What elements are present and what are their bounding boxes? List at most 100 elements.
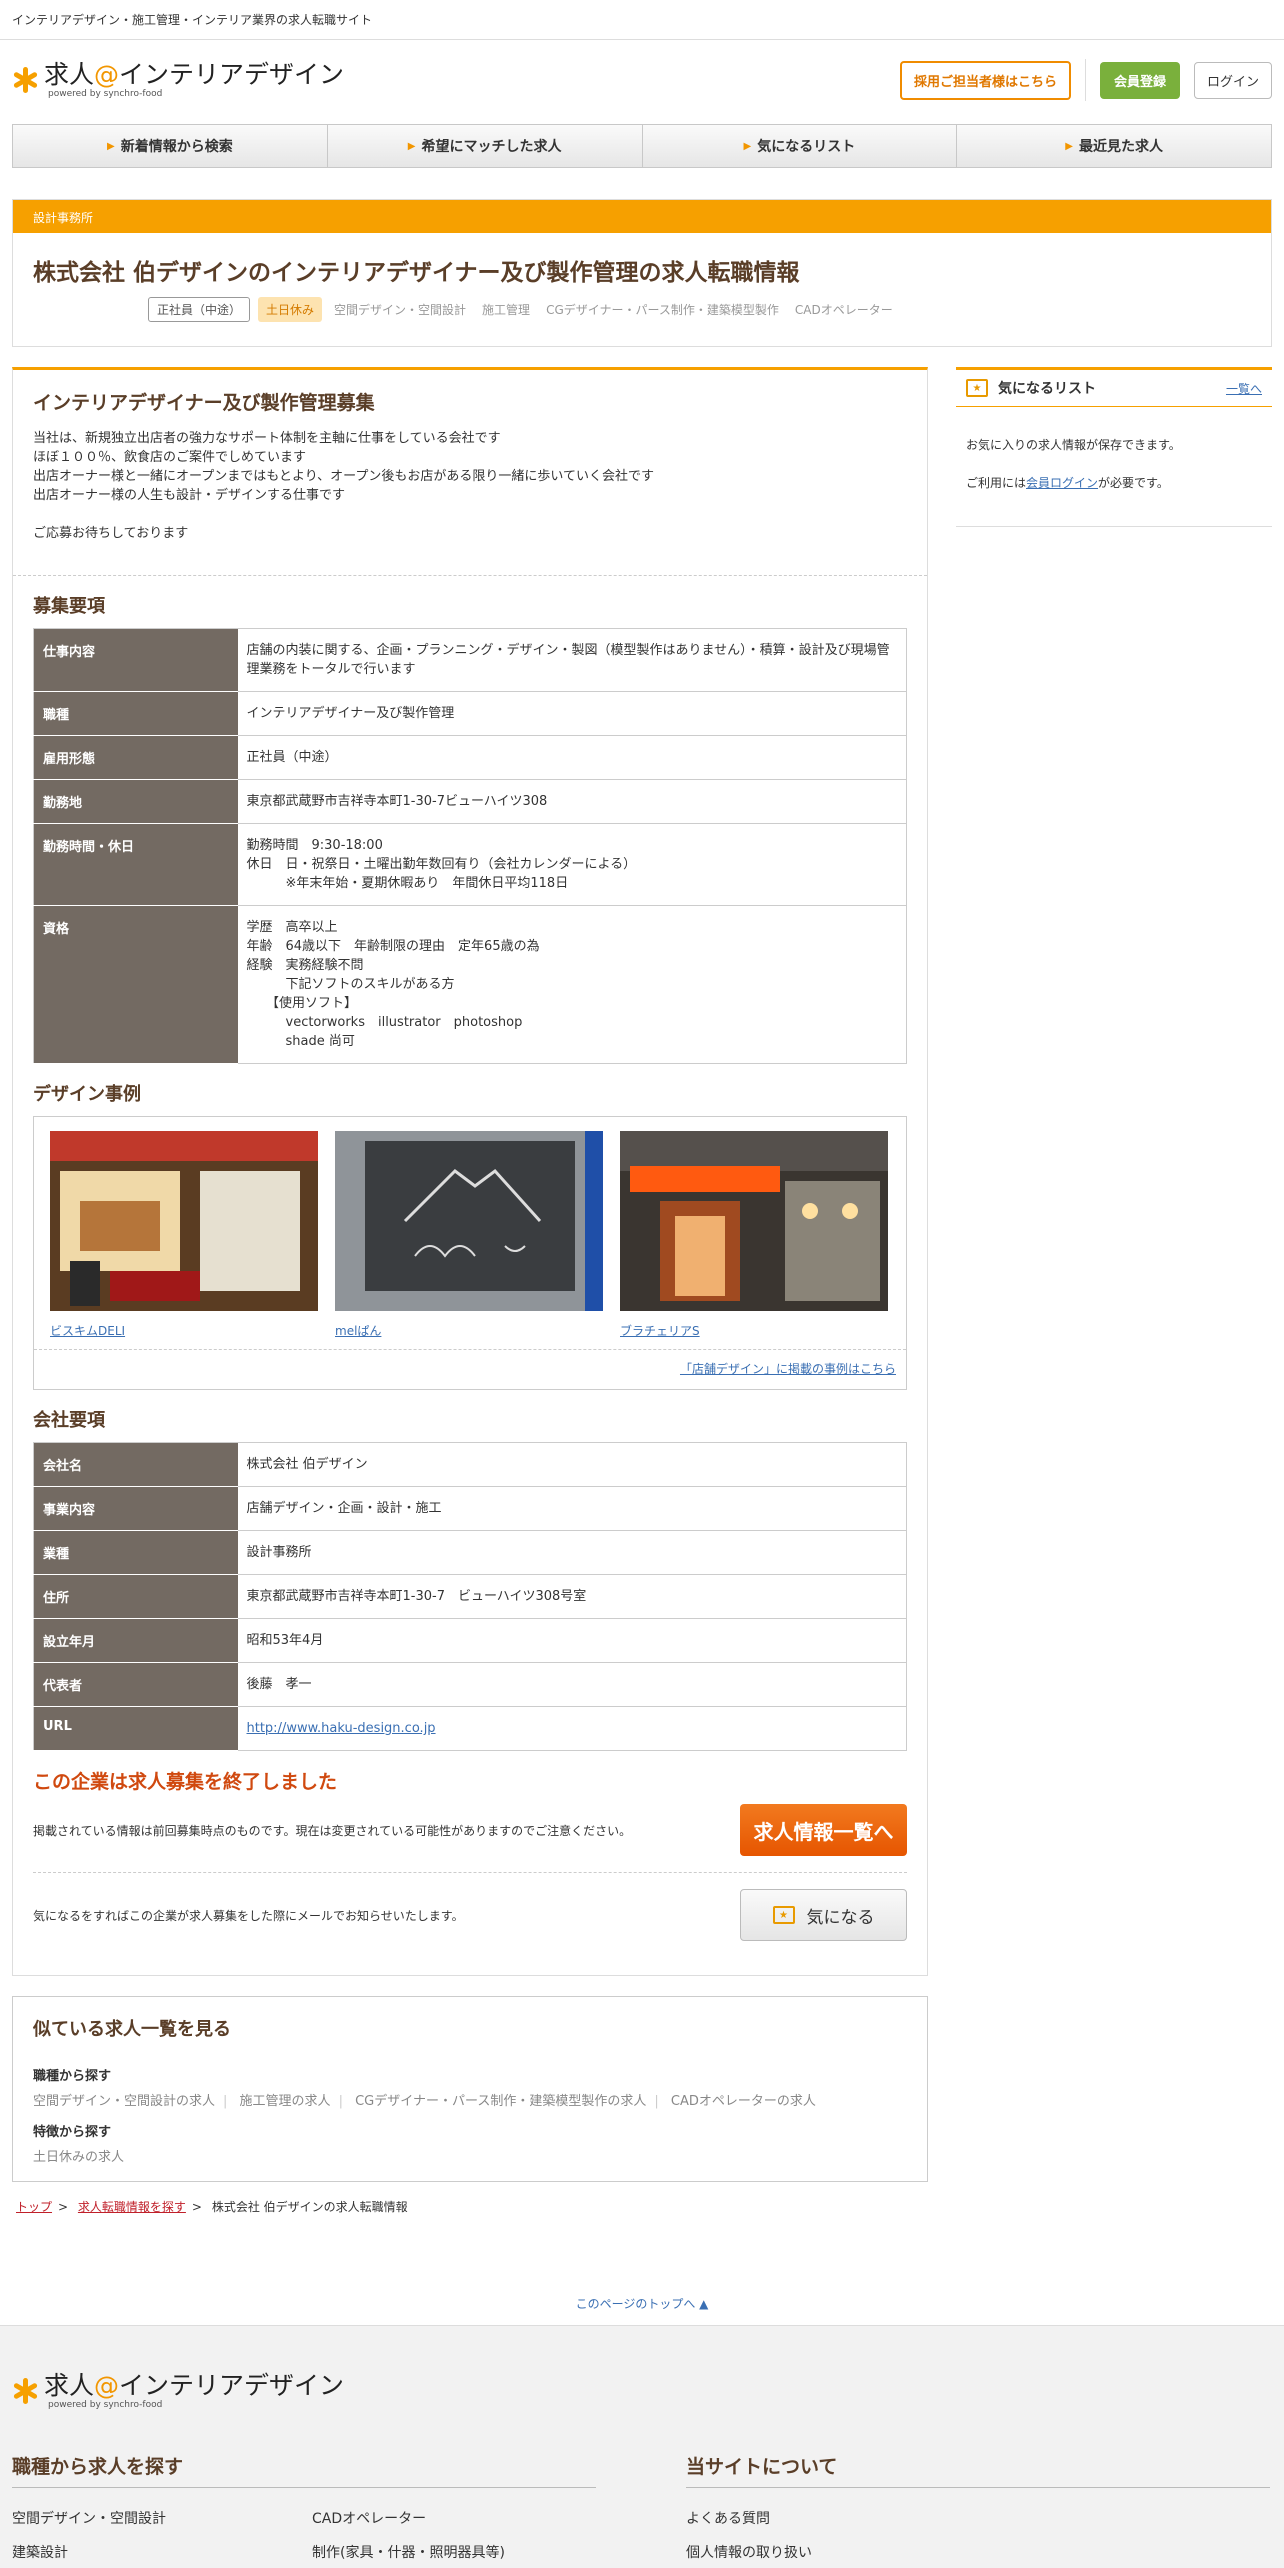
login-button[interactable]: ログイン [1193, 61, 1272, 99]
table-row: 住所 東京都武蔵野市吉祥寺本町1-30-7 ビューハイツ308号室 [33, 1574, 907, 1619]
favorites-all-link[interactable]: 一覧へ [1226, 380, 1262, 397]
design-cases-section: デザイン事例 ビスキムDELI melぱん ブラチェリアS 「店舗デザイン」に掲… [13, 1064, 927, 1390]
nav-favorites[interactable]: ▶ 気になるリスト [643, 125, 958, 167]
site-logo[interactable]: 求人@インテリアデザイン powered by synchro-food [12, 61, 344, 99]
favorites-desc: お気に入りの求人情報が保存できます。 [966, 438, 1181, 452]
logo-asterisk-icon [12, 67, 39, 93]
recruiter-button[interactable]: 採用ご担当者様はこちら [899, 60, 1071, 100]
job-list-button[interactable]: 求人情報一覧へ [740, 1804, 907, 1856]
triangle-right-icon: ▶ [1065, 140, 1073, 152]
page-top-bar: このページのトップへ ▲ [0, 2282, 1284, 2326]
table-row: 仕事内容 店舗の内装に関する、企画・プランニング・デザイン・製図（模型製作はありま… [33, 628, 907, 692]
job-tags: 正社員（中途） 土日休み 空間デザイン・空間設計 施工管理 CGデザイナー・パー… [13, 297, 1271, 346]
by-feature-label: 特徴から探す [33, 2125, 112, 2140]
main-column: インテリアデザイナー及び製作管理募集 当社は、新規独立出店者の強力なサポート体制… [12, 367, 928, 2215]
site-footer: 求人@インテリアデザイン powered by synchro-food 職種か… [0, 2326, 1284, 2568]
footer-link[interactable]: 個人情報の取り扱い [686, 2542, 986, 2562]
logo-text-at: @ [94, 60, 120, 89]
job-detail-panel: インテリアデザイナー及び製作管理募集 当社は、新規独立出店者の強力なサポート体制… [12, 367, 928, 1976]
footer-jobs-heading: 職種から求人を探す [12, 2452, 596, 2488]
table-row: 勤務時間・休日 勤務時間 9:30-18:00 休日 日・祝祭日・土曜出勤年数回有… [33, 823, 907, 906]
footer-about-column: 当サイトについて よくある質問 個人情報の取り扱い [686, 2452, 1270, 2562]
requirements-table: 仕事内容 店舗の内装に関する、企画・プランニング・デザイン・製図（模型製作はありま… [33, 628, 907, 1064]
breadcrumb-current: 株式会社 伯デザインの求人転職情報 [211, 2200, 408, 2214]
favorites-box: ★ 気になるリスト 一覧へ お気に入りの求人情報が保存できます。 ご利用には会員ロ… [956, 367, 1272, 527]
similar-feature-link[interactable]: 土日休みの求人 [33, 2150, 124, 2165]
similar-job-link[interactable]: CADオペレーターの求人 [671, 2094, 816, 2109]
case-link[interactable]: melぱん [335, 1322, 603, 1339]
company-url-link[interactable]: http://www.haku-design.co.jp [247, 1721, 436, 1736]
favorites-title: 気になるリスト [998, 381, 1096, 397]
case-photo-deli[interactable] [50, 1131, 318, 1311]
requirements-section: 募集要項 仕事内容 店舗の内装に関する、企画・プランニング・デザイン・製図（模型製… [13, 576, 927, 1064]
breadcrumb: トップ > 求人転職情報を探す > 株式会社 伯デザインの求人転職情報 [16, 2200, 408, 2214]
table-row: 勤務地 東京都武蔵野市吉祥寺本町1-30-7ビューハイツ308 [33, 779, 907, 824]
footer-link[interactable]: 建築設計 [12, 2542, 312, 2562]
company-table: 会社名 株式会社 伯デザイン 事業内容 店舗デザイン・企画・設計・施工 業種 設計事務… [33, 1442, 907, 1751]
case-item: ブラチェリアS [620, 1131, 888, 1339]
case-item: melぱん [335, 1131, 603, 1339]
case-photo-braceria[interactable] [620, 1131, 888, 1311]
site-header: 求人@インテリアデザイン powered by synchro-food 採用ご… [0, 40, 1284, 120]
tag-employment: 正社員（中途） [148, 297, 251, 322]
logo-asterisk-icon [12, 2378, 39, 2404]
register-button[interactable]: 会員登録 [1099, 61, 1180, 99]
tag-job-type: 空間デザイン・空間設計 [334, 303, 467, 317]
similar-job-link[interactable]: 施工管理の求人 [240, 2094, 331, 2109]
job-title-box: 設計事務所 株式会社 伯デザインのインテリアデザイナー及び製作管理の求人転職情報… [12, 199, 1272, 347]
site-tagline: インテリアデザイン・施工管理・インテリア業界の求人転職サイト [12, 13, 373, 27]
table-row: 会社名 株式会社 伯デザイン [33, 1442, 907, 1487]
ended-notice: 掲載されている情報は前回募集時点のものです。現在は変更されている可能性があります… [33, 1823, 632, 1838]
logo-sub: powered by synchro-food [48, 89, 163, 99]
footer-link[interactable]: 制作(家具・什器・照明器具等) [312, 2542, 612, 2562]
sidebar: ★ 気になるリスト 一覧へ お気に入りの求人情報が保存できます。 ご利用には会員ロ… [956, 367, 1272, 2215]
table-row: 職種 インテリアデザイナー及び製作管理 [33, 691, 907, 736]
cases-box: ビスキムDELI melぱん ブラチェリアS 「店舗デザイン」に掲載の事例はこち… [33, 1116, 907, 1390]
page-top-link[interactable]: このページのトップへ ▲ [576, 2297, 709, 2311]
breadcrumb-top[interactable]: トップ [16, 2200, 52, 2214]
tag-job-type: CADオペレーター [794, 303, 893, 317]
similar-heading: 似ている求人一覧を見る [33, 2019, 231, 2040]
footer-link[interactable]: CADオペレーター [312, 2508, 612, 2528]
footer-link[interactable]: 空間デザイン・空間設計 [12, 2508, 312, 2528]
table-row: 資格 学歴 高卒以上 年齢 64歳以下 年齢制限の理由 定年65歳の為 経験 実務… [33, 905, 907, 1064]
intro-heading: インテリアデザイナー及び製作管理募集 [33, 392, 375, 414]
table-row: 代表者 後藤 孝一 [33, 1662, 907, 1707]
tag-job-type: CGデザイナー・パース制作・建築模型製作 [546, 303, 779, 317]
breadcrumb-search[interactable]: 求人転職情報を探す [78, 2200, 186, 2214]
case-link[interactable]: ブラチェリアS [620, 1322, 888, 1339]
global-nav: ▶ 新着情報から検索 ▶ 希望にマッチした求人 ▶ 気になるリスト ▶ 最近見た求人 [12, 124, 1272, 168]
footer-logo[interactable]: 求人@インテリアデザイン powered by synchro-food [12, 2372, 1272, 2410]
similar-job-link[interactable]: CGデザイナー・パース制作・建築模型製作の求人 [355, 2094, 646, 2109]
cases-heading: デザイン事例 [33, 1084, 141, 1105]
footer-jobs-column: 職種から求人を探す 空間デザイン・空間設計 CADオペレーター 建築設計 制作(… [12, 2452, 596, 2562]
logo-text-post: インテリアデザイン [119, 60, 345, 89]
logo-text-pre: 求人 [44, 60, 95, 89]
footer-about-heading: 当サイトについて [686, 2452, 1270, 2488]
nav-new-search[interactable]: ▶ 新着情報から検索 [13, 125, 328, 167]
favorite-button[interactable]: ★ 気になる [740, 1889, 907, 1941]
case-link[interactable]: ビスキムDELI [50, 1322, 318, 1339]
member-login-link[interactable]: 会員ログイン [1026, 476, 1098, 490]
table-row: 設立年月 昭和53年4月 [33, 1618, 907, 1663]
cases-more-link[interactable]: 「店舗デザイン」に掲載の事例はこちら [680, 1362, 896, 1376]
table-row: 事業内容 店舗デザイン・企画・設計・施工 [33, 1486, 907, 1531]
intro-body: 当社は、新規独立出店者の強力なサポート体制を主軸に仕事をしている会社です ほぼ１… [33, 431, 655, 541]
job-intro: インテリアデザイナー及び製作管理募集 当社は、新規独立出店者の強力なサポート体制… [13, 370, 927, 576]
triangle-right-icon: ▶ [107, 140, 115, 152]
similar-job-link[interactable]: 空間デザイン・空間設計の求人 [33, 2094, 215, 2109]
requirements-heading: 募集要項 [33, 596, 105, 617]
footer-link[interactable]: よくある質問 [686, 2508, 986, 2528]
similar-jobs: 似ている求人一覧を見る 職種から探す 空間デザイン・空間設計の求人 | 施工管理の… [12, 1996, 928, 2182]
recruitment-ended: この企業は求人募集を終了しました 掲載されている情報は前回募集時点のものです。現… [13, 1751, 927, 1975]
tag-job-type: 施工管理 [482, 303, 531, 317]
nav-matched-jobs[interactable]: ▶ 希望にマッチした求人 [328, 125, 643, 167]
by-job-label: 職種から探す [33, 2069, 112, 2084]
case-photo-melpan[interactable] [335, 1131, 603, 1311]
tag-holiday: 土日休み [258, 297, 323, 322]
nav-recent[interactable]: ▶ 最近見た求人 [957, 125, 1271, 167]
header-divider [1084, 59, 1086, 101]
star-folder-icon: ★ [772, 1906, 795, 1924]
table-row: URL http://www.haku-design.co.jp [33, 1706, 907, 1751]
favorite-notice: 気になるをすればこの企業が求人募集をした際にメールでお知らせいたします。 [33, 1908, 464, 1923]
